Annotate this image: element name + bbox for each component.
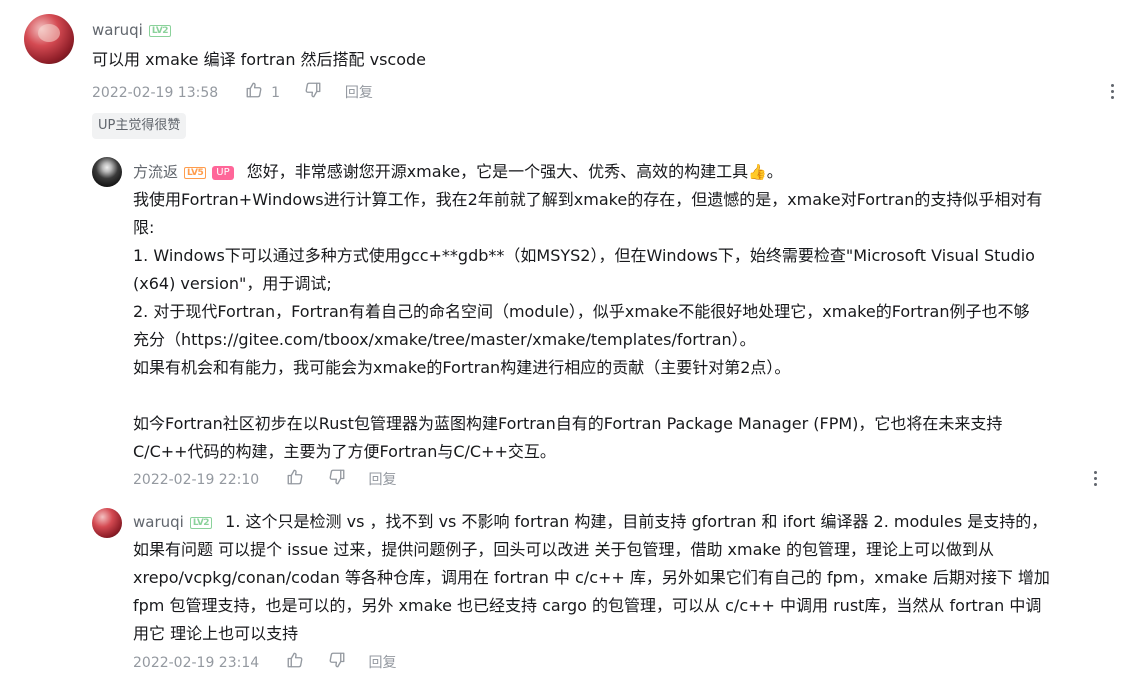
level-badge: LV2 bbox=[189, 516, 213, 529]
reply-text-line: 2. 对于现代Fortran，Fortran有着自己的命名空间（module），… bbox=[133, 302, 1030, 321]
reply-text-line: 如果有问题 可以提个 issue 过来，提供问题例子，回头可以改进 关于包管理，… bbox=[133, 540, 995, 559]
more-menu-icon[interactable] bbox=[1111, 84, 1115, 102]
thumbs-down-icon bbox=[329, 469, 345, 485]
reply-text-line: 用它 理论上也可以支持 bbox=[133, 624, 299, 643]
reply-button[interactable]: 回复 bbox=[369, 655, 397, 671]
reply-time: 2022-02-19 23:14 bbox=[133, 655, 260, 671]
level-badge: LV5 bbox=[184, 166, 207, 179]
reply-text-line: 1. 这个只是检测 vs ，找不到 vs 不影响 fortran 构建，目前支持… bbox=[225, 512, 1048, 531]
up-liked-tag: UP主觉得很赞 bbox=[92, 113, 187, 139]
dislike-button[interactable] bbox=[304, 81, 322, 105]
reply-1-body: 我使用Fortran+Windows进行计算工作，我在2年前就了解到xmake的… bbox=[133, 186, 1042, 466]
reply-button[interactable]: 回复 bbox=[369, 472, 397, 488]
reply-text-line: xrepo/vcpkg/conan/codan 等各种仓库，调用在 fortra… bbox=[133, 568, 1050, 587]
reply-2-first-line: waruqi LV2 1. 这个只是检测 vs ，找不到 vs 不影响 fortr… bbox=[133, 508, 1050, 536]
comment-text: 可以用 xmake 编译 fortran 然后搭配 vscode bbox=[92, 50, 427, 69]
reply-text-line: (x64) version"，用于调试; bbox=[133, 274, 332, 293]
like-button[interactable] bbox=[245, 81, 263, 105]
thumbs-up-emoji-icon: 👍 bbox=[748, 163, 767, 181]
reply-1-first-line: 方流返 LV5 UP 您好，非常感谢您开源xmake，它是一个强大、优秀、高效的构建… bbox=[133, 158, 783, 186]
avatar[interactable] bbox=[24, 14, 74, 64]
thumbs-up-icon bbox=[287, 652, 303, 668]
reply-text-line: 我使用Fortran+Windows进行计算工作，我在2年前就了解到xmake的… bbox=[133, 190, 1043, 209]
reply-text-line: fpm 包管理支持，也是可以的，另外 xmake 也已经支持 cargo 的包管… bbox=[133, 596, 1042, 615]
dislike-button[interactable] bbox=[328, 651, 346, 675]
like-count: 1 bbox=[271, 85, 280, 101]
reply-blank-line bbox=[133, 382, 1042, 410]
reply-meta: 2022-02-19 23:14 回复 bbox=[133, 651, 397, 675]
reply-username[interactable]: waruqi bbox=[133, 513, 184, 531]
reply-time: 2022-02-19 22:10 bbox=[133, 472, 260, 488]
thumbs-down-icon bbox=[329, 652, 345, 668]
up-badge: UP bbox=[212, 165, 234, 180]
reply-text-line: 如今Fortran社区初步在以Rust包管理器为蓝图构建Fortran自有的Fo… bbox=[133, 414, 1003, 433]
reply-text-line: 如果有机会和有能力，我可能会为xmake的Fortran构建进行相应的贡献（主要… bbox=[133, 358, 791, 377]
reply-text-line: C/C++代码的构建，主要为了方便Fortran与C/C++交互。 bbox=[133, 442, 556, 461]
reply-button[interactable]: 回复 bbox=[345, 85, 373, 101]
level-badge: LV2 bbox=[148, 24, 172, 37]
like-button[interactable] bbox=[286, 651, 304, 675]
thumbs-up-icon bbox=[287, 469, 303, 485]
reply-meta: 2022-02-19 22:10 回复 bbox=[133, 468, 397, 492]
reply-avatar[interactable] bbox=[92, 508, 122, 538]
comment-time: 2022-02-19 13:58 bbox=[92, 85, 219, 101]
reply-text-line: 您好，非常感谢您开源xmake，它是一个强大、优秀、高效的构建工具 bbox=[246, 162, 749, 181]
like-button[interactable] bbox=[286, 468, 304, 492]
dislike-button[interactable] bbox=[328, 468, 346, 492]
reply-text-line: 充分（https://gitee.com/tboox/xmake/tree/ma… bbox=[133, 330, 756, 349]
reply-text-line: 限: bbox=[133, 218, 155, 237]
reply-text-line: 。 bbox=[766, 162, 783, 181]
more-menu-icon[interactable] bbox=[1094, 471, 1098, 489]
comment-meta: 2022-02-19 13:58 1 回复 bbox=[92, 81, 373, 105]
reply-avatar[interactable] bbox=[92, 157, 122, 187]
comment-author[interactable]: waruqi LV2 bbox=[92, 20, 172, 40]
username[interactable]: waruqi bbox=[92, 21, 143, 39]
thumbs-down-icon bbox=[306, 82, 321, 98]
reply-username[interactable]: 方流返 bbox=[133, 163, 178, 181]
reply-2-body: waruqi LV2 1. 这个只是检测 vs ，找不到 vs 不影响 fortr… bbox=[133, 508, 1050, 648]
thumbs-up-icon bbox=[246, 82, 262, 98]
reply-text-line: 1. Windows下可以通过多种方式使用gcc+**gdb**（如MSYS2）… bbox=[133, 246, 1035, 265]
